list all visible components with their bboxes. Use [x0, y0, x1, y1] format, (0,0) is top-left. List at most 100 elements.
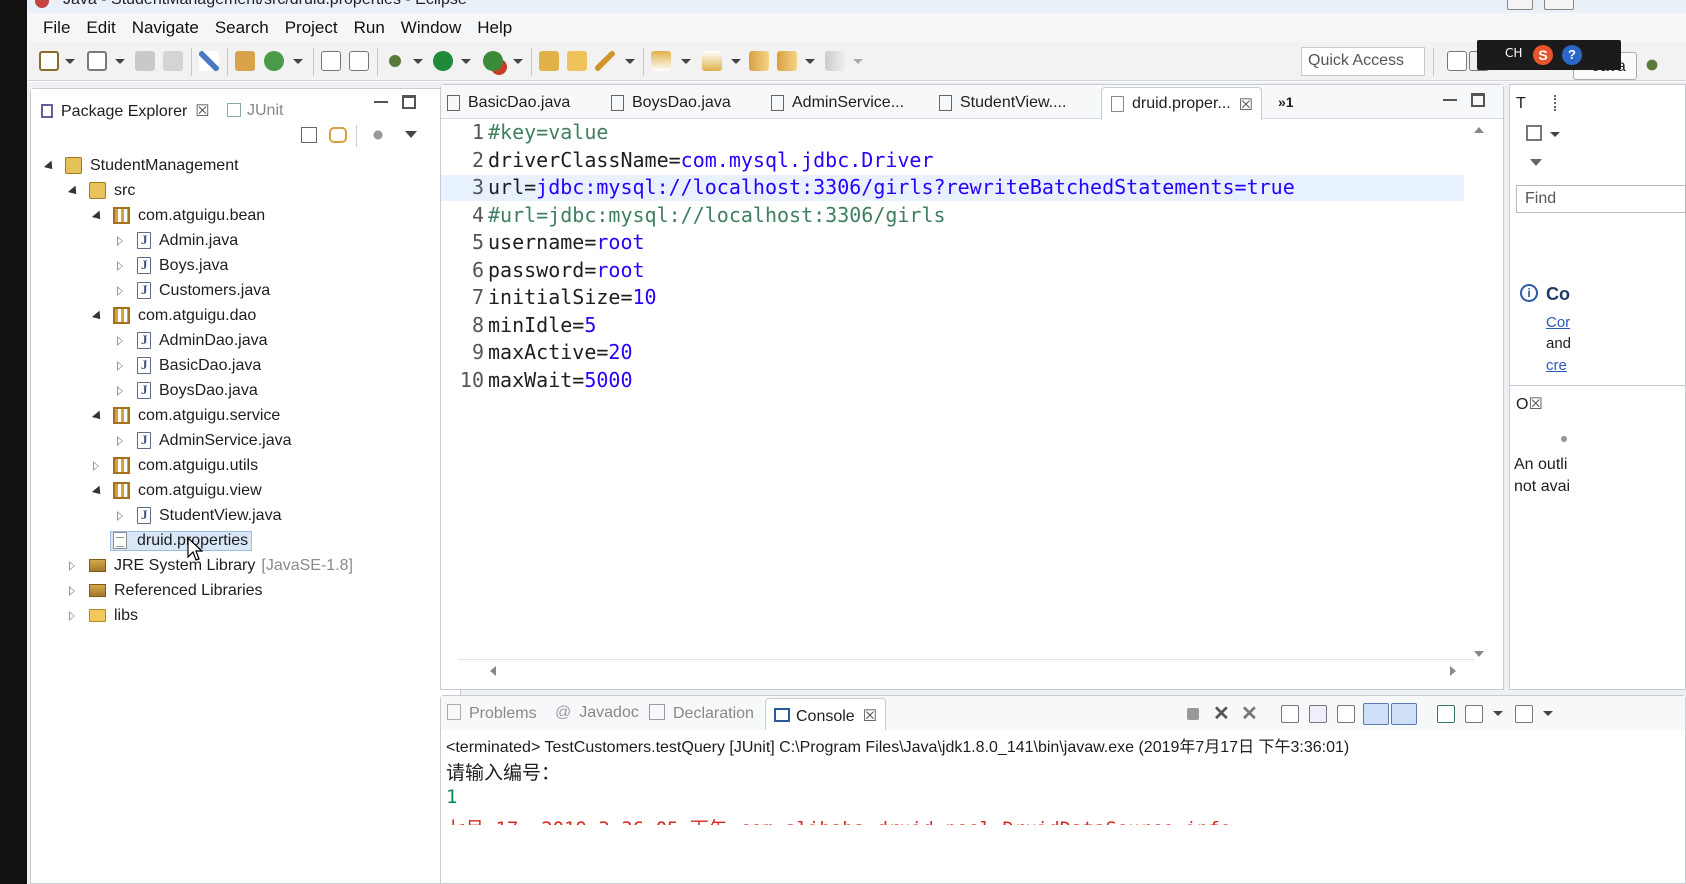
- collapsed-arrow-icon[interactable]: [67, 585, 79, 597]
- display-console-icon[interactable]: [1465, 705, 1483, 723]
- expanded-arrow-icon[interactable]: [91, 485, 103, 497]
- tab-declaration[interactable]: Declaration: [649, 704, 754, 723]
- info-link-connect[interactable]: Cor: [1546, 314, 1570, 331]
- horizontal-scrollbar[interactable]: [458, 659, 1474, 683]
- debug-perspective-icon[interactable]: [1643, 56, 1661, 74]
- tab-outline[interactable]: O☒: [1516, 394, 1543, 414]
- collapsed-arrow-icon[interactable]: [91, 460, 103, 472]
- forward-dropdown-icon[interactable]: [853, 59, 863, 64]
- scroll-down-icon[interactable]: [1474, 651, 1484, 657]
- ime-toolbar[interactable]: CH S ?: [1477, 40, 1621, 70]
- scroll-lock-icon[interactable]: [1309, 705, 1327, 723]
- next-annotation-dropdown-icon[interactable]: [681, 59, 691, 64]
- close-icon[interactable]: ☒: [863, 708, 877, 725]
- tab-javadoc[interactable]: @ Javadoc: [555, 704, 639, 722]
- collapsed-arrow-icon[interactable]: [115, 285, 127, 297]
- word-wrap-icon[interactable]: [1337, 705, 1355, 723]
- filter-icon[interactable]: [369, 127, 387, 143]
- tree-item[interactable]: BoysDao.java: [115, 378, 258, 403]
- new-java-class-icon[interactable]: [264, 51, 284, 71]
- collapsed-arrow-icon[interactable]: [115, 510, 127, 522]
- tree-item[interactable]: Admin.java: [115, 228, 238, 253]
- tree-item[interactable]: StudentView.java: [115, 503, 281, 528]
- code-editor[interactable]: 1 #key=value 2 driverClassName=com.mysql.jd…: [441, 119, 1471, 659]
- tree-item[interactable]: AdminService.java: [115, 428, 292, 453]
- tree-item[interactable]: com.atguigu.bean: [91, 203, 265, 228]
- find-input[interactable]: Find: [1516, 185, 1686, 213]
- tree-item[interactable]: AdminDao.java: [115, 328, 268, 353]
- info-link-create[interactable]: cre: [1546, 357, 1567, 374]
- close-icon[interactable]: ☒: [1528, 396, 1542, 413]
- code-line[interactable]: 6 password=root: [441, 258, 1471, 284]
- menu-search[interactable]: Search: [207, 18, 277, 38]
- scroll-up-icon[interactable]: [1474, 127, 1484, 133]
- tree-item[interactable]: druid.properties: [91, 528, 253, 553]
- editor-tab-druid-properties[interactable]: druid.proper... ☒: [1101, 87, 1263, 120]
- prev-annotation-dropdown-icon[interactable]: [731, 59, 741, 64]
- collapsed-arrow-icon[interactable]: [115, 235, 127, 247]
- minimize-view-icon[interactable]: [374, 95, 388, 103]
- code-line[interactable]: 3 url=jdbc:mysql://localhost:3306/girls?r…: [441, 175, 1471, 201]
- tree-item[interactable]: com.atguigu.service: [91, 403, 280, 428]
- tree-item[interactable]: Customers.java: [115, 278, 270, 303]
- collapsed-arrow-icon[interactable]: [115, 335, 127, 347]
- display-console-dropdown-icon[interactable]: [1493, 711, 1503, 716]
- new-task-icon[interactable]: [1526, 125, 1542, 141]
- debug-icon[interactable]: [385, 51, 405, 71]
- pen-dropdown-icon[interactable]: [625, 59, 635, 64]
- tab-console[interactable]: Console ☒: [765, 698, 887, 730]
- maximize-view-icon[interactable]: [402, 95, 416, 109]
- open-console-icon[interactable]: [1515, 705, 1533, 723]
- tree-item[interactable]: JRE System Library [JavaSE-1.8]: [67, 553, 353, 578]
- code-line[interactable]: 2 driverClassName=com.mysql.jdbc.Driver: [441, 148, 1471, 174]
- expanded-arrow-icon[interactable]: [91, 210, 103, 222]
- tab-overflow-button[interactable]: »1: [1278, 85, 1294, 119]
- new-dropdown-icon[interactable]: [65, 59, 75, 64]
- editor-tab-basicdao[interactable]: BasicDao.java: [447, 85, 570, 119]
- open-package-icon[interactable]: [539, 51, 559, 71]
- pin-console-icon[interactable]: [1437, 705, 1455, 723]
- code-line[interactable]: 8 minIdle=5: [441, 313, 1471, 339]
- show-stdout-icon[interactable]: [1363, 703, 1389, 725]
- minimize-editor-icon[interactable]: [1443, 93, 1457, 101]
- open-perspective-icon[interactable]: [1447, 51, 1467, 71]
- prev-annotation-icon[interactable]: [702, 51, 722, 71]
- close-icon[interactable]: ☒: [195, 103, 209, 120]
- task-tab[interactable]: T: [1516, 95, 1526, 113]
- new-class-dropdown-icon[interactable]: [293, 59, 303, 64]
- help-icon[interactable]: ?: [1562, 45, 1582, 65]
- menu-file[interactable]: File: [35, 18, 78, 38]
- vertical-scrollbar[interactable]: [1464, 119, 1492, 659]
- collapsed-arrow-icon[interactable]: [67, 610, 79, 622]
- run-external-icon[interactable]: [483, 51, 503, 71]
- open-folder-icon[interactable]: [567, 51, 587, 71]
- close-icon[interactable]: ☒: [1239, 95, 1253, 115]
- quick-access-input[interactable]: Quick Access: [1301, 47, 1425, 76]
- scroll-left-icon[interactable]: [490, 666, 496, 676]
- tree-item[interactable]: BasicDao.java: [115, 353, 261, 378]
- next-annotation-icon[interactable]: [651, 51, 671, 71]
- show-stderr-icon[interactable]: [1391, 703, 1417, 725]
- forward-icon[interactable]: [825, 51, 845, 71]
- collapsed-arrow-icon[interactable]: [115, 260, 127, 272]
- open-console-dropdown-icon[interactable]: [1543, 711, 1553, 716]
- open-type-icon[interactable]: [235, 51, 255, 71]
- new-project-dropdown-icon[interactable]: [115, 59, 125, 64]
- collapsed-arrow-icon[interactable]: [115, 385, 127, 397]
- tree-item[interactable]: Boys.java: [115, 253, 228, 278]
- tree-item[interactable]: com.atguigu.view: [91, 478, 262, 503]
- tree-item[interactable]: StudentManagement: [43, 153, 239, 178]
- menu-project[interactable]: Project: [277, 18, 346, 38]
- back-icon[interactable]: [777, 51, 797, 71]
- editor-tab-adminservice[interactable]: AdminService...: [771, 85, 904, 119]
- menu-navigate[interactable]: Navigate: [124, 18, 207, 38]
- minimize-button[interactable]: [1507, 0, 1533, 10]
- tree-item[interactable]: Referenced Libraries: [67, 578, 263, 603]
- maximize-button[interactable]: [1544, 0, 1574, 10]
- menu-window[interactable]: Window: [393, 18, 469, 38]
- save-icon[interactable]: [135, 51, 155, 71]
- tab-problems[interactable]: Problems: [447, 704, 537, 723]
- expanded-arrow-icon[interactable]: [91, 410, 103, 422]
- code-line[interactable]: 1 #key=value: [441, 120, 1471, 146]
- terminate-icon[interactable]: [1187, 708, 1199, 720]
